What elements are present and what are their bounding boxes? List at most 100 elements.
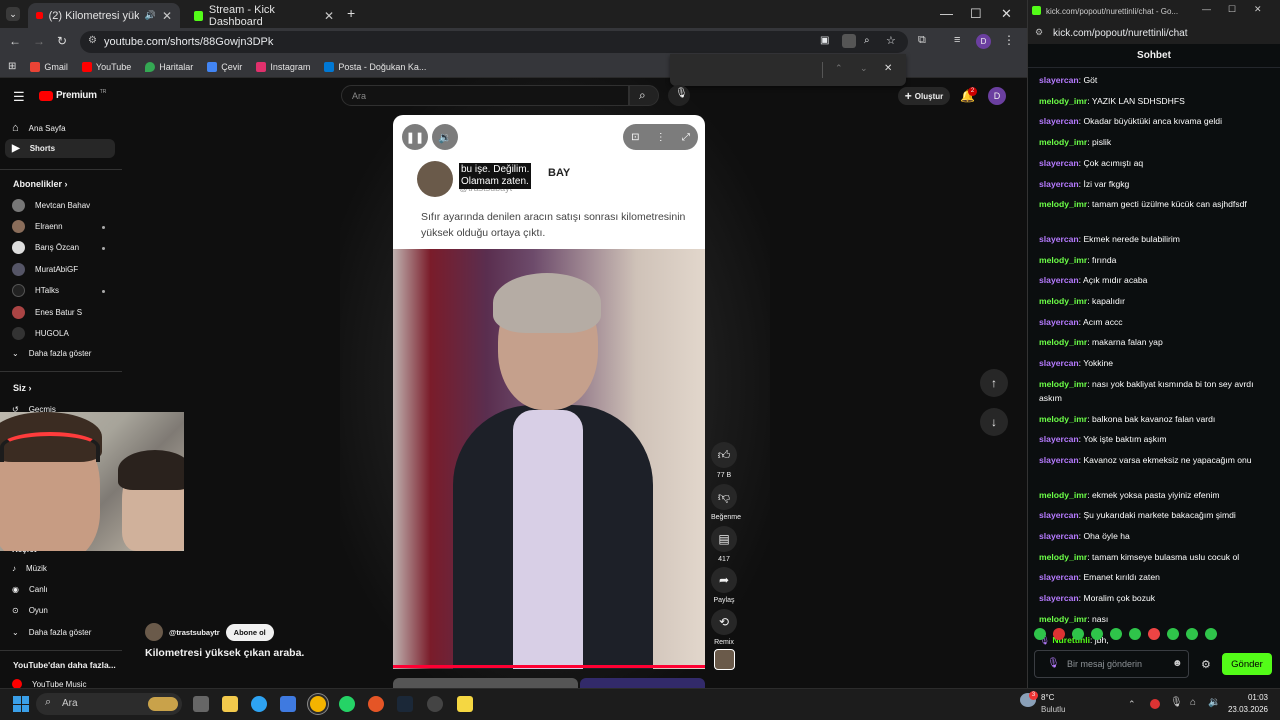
chat-username[interactable]: slayercan — [1039, 593, 1079, 603]
show-more-subs[interactable]: ⌄ Daha fazla göster — [12, 349, 91, 358]
chat-username[interactable]: slayercan — [1039, 179, 1079, 189]
chat-username[interactable]: slayercan — [1039, 510, 1079, 520]
audio-icon[interactable]: 🔊 — [145, 10, 156, 21]
close-tab-icon[interactable]: ✕ — [162, 9, 172, 23]
close-tab-icon[interactable]: ✕ — [324, 9, 334, 23]
minimize-icon[interactable]: — — [940, 6, 953, 21]
next-short-preview[interactable] — [580, 678, 705, 688]
dislike-button[interactable]: 👎︎ Beğenme — [711, 484, 741, 521]
chat-username[interactable]: slayercan — [1039, 317, 1079, 327]
emote-icon[interactable] — [1186, 628, 1198, 640]
bookmark-star-icon[interactable]: ☆ — [886, 34, 896, 47]
reload-icon[interactable]: ↻ — [57, 34, 67, 48]
tray-mic-icon[interactable]: 🎙 — [1170, 697, 1183, 708]
close-window-icon[interactable]: ✕ — [1254, 4, 1262, 15]
channel-avatar[interactable] — [145, 623, 163, 641]
chat-input[interactable]: 🎙 Bir mesaj gönderin ☻ — [1034, 650, 1189, 678]
extension-active-icon[interactable] — [842, 34, 856, 48]
subscribe-button[interactable]: Abone ol — [225, 623, 274, 641]
maximize-icon[interactable]: ☐ — [970, 6, 982, 22]
find-prev-icon[interactable]: ⌃ — [835, 63, 843, 74]
whatsapp-icon[interactable] — [339, 696, 355, 712]
emote-icon[interactable] — [1148, 628, 1160, 640]
find-close-icon[interactable]: ✕ — [884, 63, 892, 74]
pause-button[interactable]: ❚❚ — [402, 124, 428, 150]
chat-username[interactable]: slayercan — [1039, 455, 1079, 465]
chat-username[interactable]: melody_imr — [1039, 490, 1087, 500]
extensions-icon[interactable]: ⧉ — [918, 34, 926, 47]
chat-username[interactable]: slayercan — [1039, 434, 1079, 444]
bookmark-outlook[interactable]: Posta - Doğukan Ka... — [324, 61, 426, 72]
media-controls-icon[interactable]: ≡ — [954, 34, 960, 46]
task-view-icon[interactable] — [193, 696, 209, 712]
sidebar-item-sub[interactable]: Elraenn — [12, 220, 63, 233]
emote-icon[interactable] — [1091, 628, 1103, 640]
chat-username[interactable]: slayercan — [1039, 234, 1079, 244]
subscriptions-heading[interactable]: Abonelikler › — [13, 179, 68, 189]
obs-icon[interactable] — [368, 696, 384, 712]
back-icon[interactable]: ← — [9, 34, 21, 48]
sidebar-item-sub[interactable]: HTalks — [12, 284, 59, 297]
network-icon[interactable]: ⌂ — [1190, 697, 1196, 708]
sidebar-item-sub[interactable]: MuratAbiGF — [12, 263, 78, 276]
find-next-icon[interactable]: ⌄ — [860, 63, 868, 74]
taskbar-search[interactable]: ⌕ Ara — [36, 693, 182, 715]
app-icon[interactable] — [457, 696, 473, 712]
store-icon[interactable] — [280, 696, 296, 712]
bookmark-instagram[interactable]: Instagram — [256, 61, 310, 72]
sidebar-item-live[interactable]: ◉ Canlı — [12, 585, 48, 594]
share-button[interactable]: ➦ Paylaş — [711, 567, 737, 604]
cast-icon[interactable]: ▣ — [820, 35, 829, 46]
youtube-premium-logo[interactable]: Premium TR — [39, 89, 106, 101]
tab-kick-dashboard[interactable]: Stream - Kick Dashboard ✕ — [186, 3, 342, 28]
comment-button[interactable]: ▤ 417 — [711, 526, 737, 563]
tab-youtube[interactable]: (2) Kilometresi yüksek çıkan 🔊 ✕ — [28, 3, 180, 28]
show-more-explore[interactable]: ⌄ Daha fazla göster — [12, 628, 91, 637]
minimize-icon[interactable]: — — [1202, 4, 1211, 14]
bookmark-maps[interactable]: Haritalar — [145, 61, 193, 72]
maximize-icon[interactable]: ☐ — [1228, 4, 1236, 15]
profile-avatar[interactable]: D — [976, 34, 991, 49]
sidebar-item-home[interactable]: ⌂ Ana Sayfa — [12, 122, 66, 134]
tray-app-icon[interactable] — [1150, 699, 1160, 709]
remix-button[interactable]: ⟲ Remix — [711, 609, 737, 646]
clock-date[interactable]: 23.03.2026 — [1220, 705, 1268, 714]
chat-username[interactable]: melody_imr — [1039, 255, 1087, 265]
bookmark-translate[interactable]: Çevir — [207, 61, 242, 72]
sidebar-item-shorts[interactable]: ▶ Shorts — [12, 143, 55, 154]
browser-menu-icon[interactable]: ⋮ — [1003, 33, 1015, 47]
chat-username[interactable]: melody_imr — [1039, 96, 1087, 106]
emoji-icon[interactable]: ☻ — [1172, 658, 1183, 669]
fullscreen-icon[interactable]: ⤢ — [682, 132, 690, 143]
apps-grid-icon[interactable]: ⊞ — [8, 61, 16, 72]
search-input[interactable]: Ara — [341, 85, 629, 106]
chat-settings-gear-icon[interactable]: ⚙ — [1201, 658, 1211, 671]
sidebar-item-sub[interactable]: Enes Batur S — [12, 306, 82, 319]
emote-icon[interactable] — [1129, 628, 1141, 640]
sidebar-item-sub[interactable]: Mevtcan Bahav — [12, 199, 90, 212]
account-avatar[interactable]: D — [988, 87, 1006, 105]
emote-icon[interactable] — [1167, 628, 1179, 640]
chat-username[interactable]: melody_imr — [1039, 614, 1087, 624]
emote-icon[interactable] — [1072, 628, 1084, 640]
new-tab-icon[interactable]: + — [347, 5, 355, 21]
chat-username[interactable]: slayercan — [1039, 158, 1079, 168]
chat-username[interactable]: melody_imr — [1039, 137, 1087, 147]
address-bar[interactable]: ⚙ youtube.com/shorts/88Gowjn3DPk ▣ ⌕ ☆ — [80, 31, 908, 53]
zoom-icon[interactable]: ⌕ — [864, 35, 870, 46]
captions-icon[interactable]: ⊡ — [631, 132, 639, 143]
chat-username[interactable]: melody_imr — [1039, 414, 1087, 424]
voice-search-button[interactable]: 🎙 — [668, 85, 690, 106]
volume-icon[interactable]: 🔉 — [1208, 697, 1220, 708]
emote-icon[interactable] — [1053, 628, 1065, 640]
kick-url-bar[interactable]: ⚙ kick.com/popout/nurettinli/chat — [1028, 22, 1280, 44]
chat-username[interactable]: melody_imr — [1039, 379, 1087, 389]
previous-short-button[interactable]: ↑ — [980, 369, 1008, 397]
send-button[interactable]: Gönder — [1222, 653, 1272, 675]
chat-username[interactable]: melody_imr — [1039, 199, 1087, 209]
mic-icon[interactable]: 🎙 — [1047, 658, 1060, 669]
like-button[interactable]: 👍︎ 77 B — [711, 442, 737, 479]
search-button[interactable]: ⌕ — [629, 85, 659, 106]
sidebar-item-music[interactable]: ♪ Müzik — [12, 564, 47, 573]
clock-time[interactable]: 01:03 — [1228, 693, 1268, 702]
